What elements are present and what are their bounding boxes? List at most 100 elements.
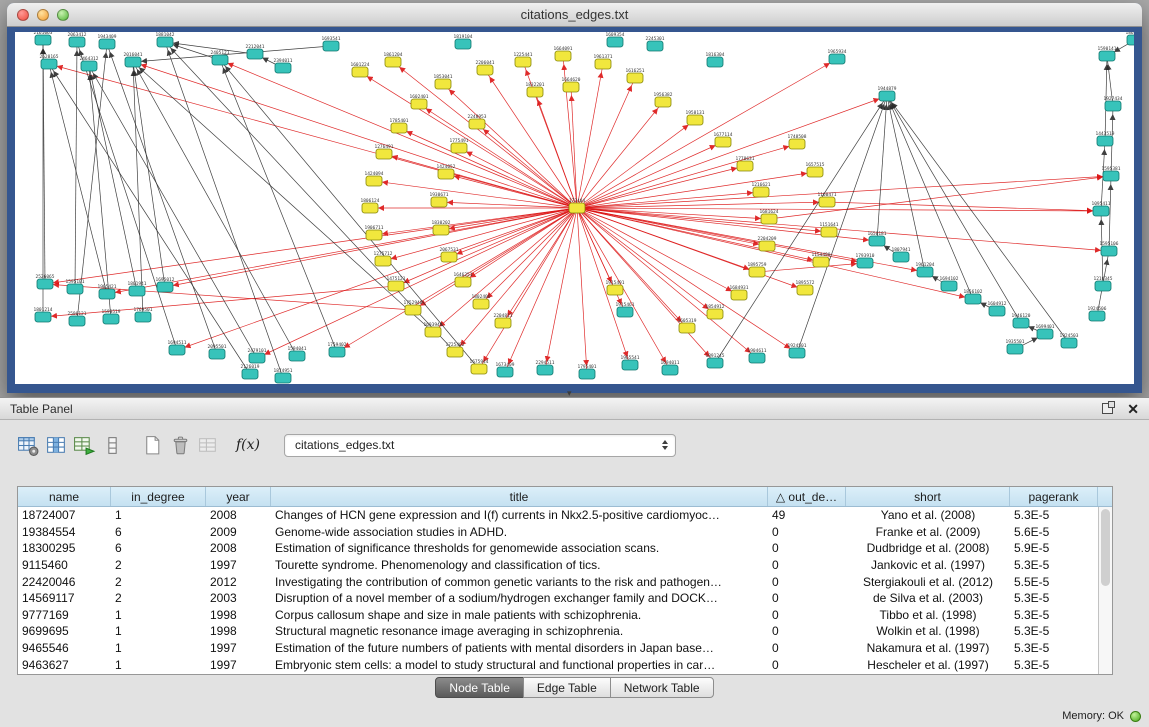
graph-node[interactable]: 1684931 <box>730 285 749 300</box>
graph-node[interactable]: 1816304 <box>706 52 725 67</box>
graph-node[interactable]: 1276491 <box>375 144 394 159</box>
graph-node[interactable]: 2206041 <box>476 60 495 75</box>
graph-node[interactable]: 1944879 <box>878 86 897 101</box>
graph-node[interactable]: 2161063 <box>34 32 53 45</box>
table-source-select[interactable]: citations_edges.txt <box>284 434 676 457</box>
graph-node[interactable]: 2620165 <box>40 54 59 69</box>
graph-node[interactable]: 2526065 <box>36 274 55 289</box>
graph-node[interactable]: 2063412 <box>68 32 87 47</box>
graph-node[interactable]: 2095501 <box>208 344 227 359</box>
graph-node[interactable]: 1609354 <box>606 32 625 47</box>
graph-node[interactable]: 1725402 <box>446 342 465 357</box>
graph-node[interactable]: 1594041 <box>288 346 307 361</box>
graph-node[interactable]: 1681624 <box>760 209 779 224</box>
graph-edge[interactable] <box>393 62 577 208</box>
graph-node[interactable]: 1769501 <box>134 307 153 322</box>
graph-edge[interactable] <box>479 208 577 369</box>
graph-node[interactable]: 2067531 <box>440 247 459 262</box>
graph-node[interactable]: 1604912 <box>988 301 1007 316</box>
graph-node[interactable]: 1673409 <box>496 362 515 377</box>
tab-edge-table[interactable]: Edge Table <box>523 677 611 698</box>
close-window-button[interactable] <box>17 9 29 21</box>
graph-edge[interactable] <box>165 208 577 287</box>
graph-node[interactable]: 1927434 <box>1104 96 1123 111</box>
graph-node[interactable]: 1595106 <box>1100 241 1119 256</box>
edit-table-icon[interactable] <box>70 431 98 459</box>
graph-node[interactable]: 2294511 <box>536 360 555 375</box>
graph-node[interactable]: 1895759 <box>748 262 767 277</box>
table-row[interactable]: 946362711997Embryonic stem cells: a mode… <box>18 656 1098 673</box>
graph-node[interactable]: 1965541 <box>621 355 640 370</box>
graph-node[interactable]: 1759402 <box>328 342 347 357</box>
graph-node[interactable]: 1095411 <box>1092 201 1111 216</box>
graph-node[interactable]: 1694511 <box>168 340 187 355</box>
graph-node[interactable]: 1160471 <box>818 192 837 207</box>
graph-edge[interactable] <box>797 96 887 353</box>
graph-node[interactable]: 1151641 <box>820 222 839 237</box>
graph-node[interactable]: 1785401 <box>390 118 409 133</box>
graph-node[interactable]: 2405121 <box>211 50 230 65</box>
graph-edge[interactable] <box>133 62 577 208</box>
graph-edge[interactable] <box>577 208 1109 251</box>
graph-edge[interactable] <box>133 46 331 62</box>
minimize-window-button[interactable] <box>37 9 49 21</box>
graph-node[interactable]: 1225441 <box>514 52 533 67</box>
graph-node[interactable]: 1965934 <box>828 49 847 64</box>
graph-edge[interactable] <box>133 62 297 356</box>
graph-node[interactable]: 1801941 <box>128 281 147 296</box>
graph-edge[interactable] <box>89 66 111 319</box>
graph-node[interactable]: 1956382 <box>654 92 673 107</box>
graph-node[interactable]: 2479101 <box>248 348 267 363</box>
graph-edge[interactable] <box>459 148 577 208</box>
column-header-short[interactable]: short <box>846 487 1010 506</box>
column-header-name[interactable]: name <box>18 487 111 506</box>
graph-node[interactable]: 2016041 <box>124 52 143 67</box>
graph-node[interactable]: 2248953 <box>468 114 487 129</box>
tab-network-table[interactable]: Network Table <box>610 677 714 698</box>
graph-node[interactable]: 1646251 <box>454 272 473 287</box>
graph-node[interactable]: 1807941 <box>892 247 911 262</box>
show-columns-icon[interactable] <box>42 431 70 459</box>
graph-node[interactable]: 1906711 <box>365 225 384 240</box>
graph-edge[interactable] <box>577 172 815 208</box>
graph-node[interactable]: 1958131 <box>686 110 705 125</box>
graph-edge[interactable] <box>481 208 577 304</box>
graph-edge[interactable] <box>107 44 217 354</box>
graph-edge[interactable] <box>887 96 1069 343</box>
new-document-icon[interactable] <box>138 431 166 459</box>
graph-node[interactable]: 1924503 <box>1060 333 1079 348</box>
graph-node[interactable]: 1616251 <box>626 68 645 83</box>
close-panel-icon[interactable]: ✕ <box>1127 402 1139 416</box>
graph-node[interactable]: 1895572 <box>796 280 815 295</box>
graph-edge[interactable] <box>49 64 107 294</box>
graph-node[interactable]: 1590519 <box>102 309 121 324</box>
tab-node-table[interactable]: Node Table <box>435 677 524 698</box>
delete-table-icon[interactable] <box>166 431 194 459</box>
graph-node[interactable]: 1605319 <box>678 318 697 333</box>
graph-node[interactable]: 1961204 <box>916 262 935 277</box>
graph-node[interactable]: 1915461 <box>616 302 635 317</box>
graph-node[interactable]: 1874951 <box>274 368 293 383</box>
graph-node[interactable]: 1154490 <box>812 252 831 267</box>
graph-node[interactable]: 1752940 <box>404 300 423 315</box>
table-row[interactable]: 977716911998Corpus callosum shape and si… <box>18 607 1098 624</box>
graph-node[interactable]: 2245301 <box>646 36 665 51</box>
table-row[interactable]: 911546021997Tourette syndrome. Phenomeno… <box>18 557 1098 574</box>
graph-node[interactable]: 1861200 <box>1126 32 1134 45</box>
column-header-in_degree[interactable]: in_degree <box>111 487 206 506</box>
graph-node[interactable]: 1806124 <box>361 198 380 213</box>
graph-node[interactable]: 172404 <box>569 198 586 213</box>
zoom-window-button[interactable] <box>57 9 69 21</box>
table-scrollbar[interactable] <box>1098 507 1112 674</box>
column-header-pagerank[interactable]: pagerank <box>1010 487 1098 506</box>
graph-node[interactable]: 1830202 <box>432 220 451 235</box>
table-row[interactable]: 2242004622012Investigating the contribut… <box>18 573 1098 590</box>
graph-node[interactable]: 1793910 <box>856 253 875 268</box>
graph-node[interactable]: 1819104 <box>454 34 473 49</box>
graph-node[interactable]: 1943409 <box>98 34 117 49</box>
graph-node[interactable]: 1595101 <box>66 279 85 294</box>
table-row[interactable]: 1872400712008Changes of HCN gene express… <box>18 507 1098 524</box>
table-row[interactable]: 1938455462009Genome-wide association stu… <box>18 524 1098 541</box>
graph-node[interactable]: 1657515 <box>806 162 825 177</box>
graph-node[interactable]: 1664620 <box>562 77 581 92</box>
